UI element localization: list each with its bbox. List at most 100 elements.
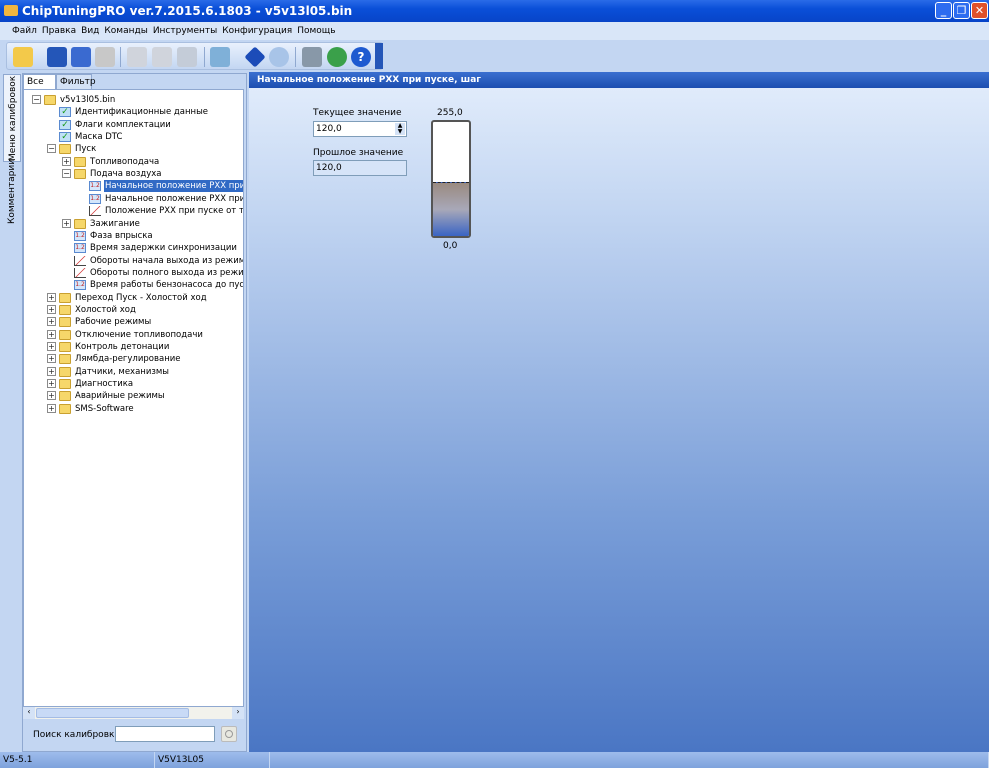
help-icon[interactable]: ? bbox=[351, 47, 371, 67]
expand-icon[interactable]: + bbox=[47, 391, 56, 401]
expand-icon[interactable]: + bbox=[47, 403, 56, 413]
folder-icon bbox=[44, 95, 56, 105]
tree-item[interactable]: + Датчики, механизмы bbox=[24, 366, 243, 378]
expand-icon[interactable]: + bbox=[47, 292, 56, 302]
tree-item[interactable]: + SMS-Software bbox=[24, 403, 243, 415]
undo-icon[interactable] bbox=[177, 47, 197, 67]
tree-item[interactable]: 1.2 Время работы бензонасоса до пуска bbox=[24, 279, 243, 291]
menu-tools[interactable]: Инструменты bbox=[153, 26, 217, 36]
expand-icon[interactable]: + bbox=[47, 342, 56, 351]
scroll-left-button[interactable]: ‹ bbox=[23, 707, 35, 719]
save-as-icon[interactable] bbox=[71, 47, 91, 67]
menu-file[interactable]: Файл bbox=[12, 26, 37, 36]
current-value-input[interactable]: 120,0 ▲ ▼ bbox=[313, 121, 407, 137]
expand-icon[interactable]: + bbox=[47, 317, 56, 327]
numeric-value-icon: 1.2 bbox=[89, 181, 101, 192]
search-zoom-icon[interactable] bbox=[269, 47, 289, 67]
tree-item-label: Датчики, механизмы bbox=[75, 366, 170, 377]
tree-item[interactable]: ✓ Флаги комплектации bbox=[24, 119, 243, 131]
paste-icon[interactable] bbox=[152, 47, 172, 67]
save-icon[interactable] bbox=[47, 47, 67, 67]
tree-item[interactable]: ✓ Идентификационные данные bbox=[24, 106, 243, 118]
expand-icon[interactable]: + bbox=[47, 304, 56, 314]
tree-item[interactable]: − Подача воздуха bbox=[24, 168, 243, 180]
tools-icon[interactable] bbox=[302, 47, 322, 67]
search-input[interactable] bbox=[115, 726, 215, 742]
expand-icon[interactable]: + bbox=[47, 354, 56, 364]
expand-icon[interactable]: + bbox=[62, 156, 71, 166]
window-title: ChipTuningPRO ver.7.2015.6.1803 - v5v13l… bbox=[22, 4, 353, 18]
tab-comments[interactable]: Комментарии bbox=[3, 159, 21, 224]
menu-commands[interactable]: Команды bbox=[104, 26, 147, 36]
tree-item[interactable]: 1.2 Фаза впрыска bbox=[24, 230, 243, 242]
tree-item[interactable]: + Холостой ход bbox=[24, 304, 243, 316]
tree-item[interactable]: Обороты начала выхода из режима пуска bbox=[24, 255, 243, 267]
tree-item-label: Рабочие режимы bbox=[75, 317, 152, 328]
menu-edit[interactable]: Правка bbox=[42, 26, 76, 36]
value-gauge bbox=[431, 120, 471, 238]
print-icon[interactable] bbox=[95, 47, 115, 67]
open-folder-icon[interactable] bbox=[13, 47, 33, 67]
tree-item[interactable]: + Аварийные режимы bbox=[24, 390, 243, 402]
tree-item[interactable]: + Лямбда-регулирование bbox=[24, 353, 243, 365]
tree-item[interactable]: ✓ Маска DTC bbox=[24, 131, 243, 143]
numeric-value-icon: 1.2 bbox=[74, 280, 86, 291]
search-label: Поиск калибровки bbox=[33, 730, 121, 740]
toolbar: ? bbox=[6, 42, 383, 70]
collapse-icon[interactable]: − bbox=[47, 144, 56, 154]
info-icon[interactable] bbox=[244, 46, 266, 68]
gauge-max-label: 255,0 bbox=[437, 108, 463, 118]
compare-icon[interactable] bbox=[210, 47, 230, 67]
tab-calibration-menu[interactable]: Меню калибровок bbox=[3, 74, 21, 162]
horizontal-scrollbar[interactable]: ‹ › bbox=[23, 707, 244, 719]
folder-icon bbox=[59, 304, 71, 315]
search-button[interactable] bbox=[221, 726, 237, 742]
tree-item-label: Положение РХХ при пуске от температуры bbox=[105, 206, 244, 217]
tree-item[interactable]: − Пуск bbox=[24, 143, 243, 155]
tree-item[interactable]: − v5v13l05.bin bbox=[24, 94, 243, 106]
menu-help[interactable]: Помощь bbox=[297, 26, 335, 36]
folder-icon bbox=[59, 342, 71, 352]
tree-item-label: Подача воздуха bbox=[90, 169, 162, 180]
tree-item[interactable]: + Диагностика bbox=[24, 378, 243, 390]
menu-view[interactable]: Вид bbox=[81, 26, 99, 36]
tree-item[interactable]: + Топливоподача bbox=[24, 156, 243, 168]
tab-all[interactable]: Все bbox=[23, 74, 56, 89]
tree-item-label: Пуск bbox=[75, 144, 97, 155]
menu-configuration[interactable]: Конфигурация bbox=[222, 26, 292, 36]
expand-icon[interactable]: + bbox=[47, 379, 56, 389]
tab-filter[interactable]: Фильтр bbox=[56, 74, 96, 89]
copy-icon[interactable] bbox=[127, 47, 147, 67]
collapse-icon[interactable]: − bbox=[32, 95, 41, 104]
tree-item[interactable]: Положение РХХ при пуске от температуры bbox=[24, 205, 244, 217]
tree-item[interactable]: + Отключение топливоподачи bbox=[24, 329, 243, 341]
scroll-thumb[interactable] bbox=[36, 708, 189, 718]
minimize-button[interactable]: _ bbox=[935, 2, 952, 19]
scroll-right-button[interactable]: › bbox=[232, 707, 244, 719]
maximize-button[interactable]: ❐ bbox=[953, 2, 970, 19]
tree-item[interactable]: Обороты полного выхода из режима пуска bbox=[24, 267, 243, 279]
expand-icon[interactable]: + bbox=[47, 366, 56, 376]
toolbar-overflow[interactable] bbox=[375, 43, 383, 69]
tree-item[interactable]: + Переход Пуск - Холостой ход bbox=[24, 292, 243, 304]
expand-icon[interactable]: + bbox=[47, 329, 56, 339]
previous-value-field: 120,0 bbox=[313, 160, 407, 176]
collapse-icon[interactable]: − bbox=[62, 169, 71, 179]
close-button[interactable]: ✕ bbox=[971, 2, 988, 19]
web-update-icon[interactable] bbox=[327, 47, 347, 67]
tree-item[interactable]: + Контроль детонации bbox=[24, 341, 243, 353]
expand-icon[interactable]: + bbox=[62, 218, 71, 228]
folder-icon bbox=[74, 169, 86, 180]
tree-item[interactable]: + Рабочие режимы bbox=[24, 316, 243, 328]
tree-item-label: Фаза впрыска bbox=[90, 230, 153, 241]
tree-item-label: Переход Пуск - Холостой ход bbox=[75, 292, 207, 303]
spin-buttons[interactable]: ▲ ▼ bbox=[395, 123, 405, 135]
numeric-value-icon: 1.2 bbox=[74, 243, 86, 254]
tree-item-label: Холостой ход bbox=[75, 304, 136, 315]
tree-item[interactable]: 1.2 Время задержки синхронизации bbox=[24, 242, 243, 254]
tree-item[interactable]: + Зажигание bbox=[24, 218, 243, 230]
magnifier-icon bbox=[225, 730, 233, 738]
tree-item[interactable]: 1.2Начальное положение РХХ при пуске, ша… bbox=[24, 180, 243, 193]
tree-item[interactable]: 1.2 Начальное положение РХХ при пуске bbox=[24, 193, 243, 205]
graph-icon bbox=[74, 267, 86, 278]
